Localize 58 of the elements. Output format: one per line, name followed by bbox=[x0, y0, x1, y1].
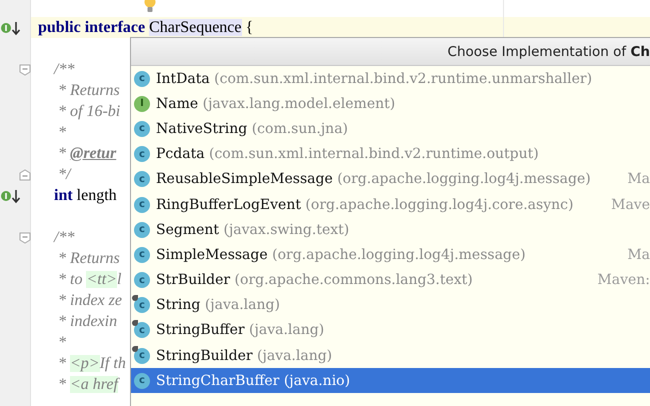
interface-icon: I bbox=[134, 96, 150, 112]
class-icon: c bbox=[134, 348, 150, 364]
class-icon: c bbox=[134, 246, 150, 263]
code-comment: /** bbox=[52, 61, 74, 78]
implementation-item[interactable]: c Segment (javax.swing.text) bbox=[131, 217, 650, 242]
class-icon: c bbox=[134, 171, 150, 188]
code-comment: * to bbox=[57, 271, 84, 288]
code-keyword: int bbox=[53, 187, 73, 204]
class-icon: c bbox=[134, 120, 150, 137]
html-tag: <tt> bbox=[86, 271, 117, 288]
code-comment: * bbox=[57, 376, 67, 393]
code-keyword: public interface bbox=[38, 19, 146, 36]
implementation-item[interactable]: c SimpleMessage (org.apache.logging.log4j.message) Ma bbox=[131, 242, 650, 268]
class-icon: c bbox=[134, 272, 150, 288]
class-icon: c bbox=[134, 372, 150, 389]
implementation-item[interactable]: c NativeString (com.sun.jna) bbox=[131, 116, 650, 142]
code-comment: If th bbox=[100, 355, 126, 372]
code-comment: * index ze bbox=[57, 292, 122, 309]
doc-tag: @retur bbox=[70, 145, 116, 162]
implementation-item[interactable]: c StringBuilder (java.lang) bbox=[131, 343, 650, 368]
code-text: { bbox=[244, 19, 254, 36]
fold-icon[interactable] bbox=[19, 64, 31, 76]
fold-icon[interactable] bbox=[19, 232, 31, 244]
implementation-item[interactable]: c RingBufferLogEvent (org.apache.logging.log4j.core.async) Mave bbox=[131, 192, 650, 218]
fold-end-icon[interactable] bbox=[19, 169, 31, 181]
class-icon: c bbox=[134, 70, 150, 87]
code-comment: * Returns bbox=[57, 82, 120, 99]
implementation-item[interactable]: c IntData (com.sun.xml.internal.bind.v2.runtime.unmarshaller) bbox=[131, 66, 650, 92]
implementation-item[interactable]: I Name (javax.lang.model.element) bbox=[131, 91, 650, 116]
implementation-item[interactable]: c ReusableSimpleMessage (org.apache.logging.log4j.message) Ma bbox=[131, 166, 650, 192]
implementation-item[interactable]: c Pcdata (com.sun.xml.internal.bind.v2.runtime.output) bbox=[131, 142, 650, 167]
code-comment: * Returns bbox=[57, 250, 120, 267]
code-comment: * of 16-bi bbox=[57, 103, 120, 120]
class-icon: c bbox=[134, 146, 150, 162]
code-comment: * bbox=[57, 334, 66, 351]
class-icon: c bbox=[134, 222, 150, 238]
implemented-marker-icon[interactable] bbox=[0, 188, 22, 204]
html-tag: <p> bbox=[70, 355, 100, 372]
implemented-marker-icon[interactable] bbox=[0, 20, 22, 36]
class-icon: c bbox=[134, 196, 150, 213]
code-comment: * bbox=[57, 145, 67, 162]
implementation-item[interactable]: c StrBuilder (org.apache.commons.lang3.text) Maven: bbox=[131, 268, 650, 293]
code-comment: */ bbox=[57, 166, 70, 183]
html-tag: <a href bbox=[70, 376, 118, 393]
popup-title: Choose Implementation of Ch bbox=[448, 44, 650, 60]
code-identifier: CharSequence bbox=[149, 19, 242, 36]
implementation-item[interactable]: c StringCharBuffer (java.nio) bbox=[131, 368, 650, 394]
class-icon: c bbox=[134, 297, 150, 314]
code-comment: * indexin bbox=[57, 313, 118, 330]
implementation-item[interactable]: c String (java.lang) bbox=[131, 292, 650, 318]
class-icon: c bbox=[134, 322, 150, 338]
lightbulb-icon[interactable] bbox=[143, 0, 157, 14]
implementation-item[interactable]: c StringBuffer (java.lang) bbox=[131, 318, 650, 344]
code-text: length bbox=[76, 187, 117, 204]
code-comment: * bbox=[57, 124, 66, 141]
code-comment: /** bbox=[52, 229, 74, 246]
code-comment: l bbox=[116, 271, 122, 288]
code-comment: * bbox=[57, 355, 67, 372]
